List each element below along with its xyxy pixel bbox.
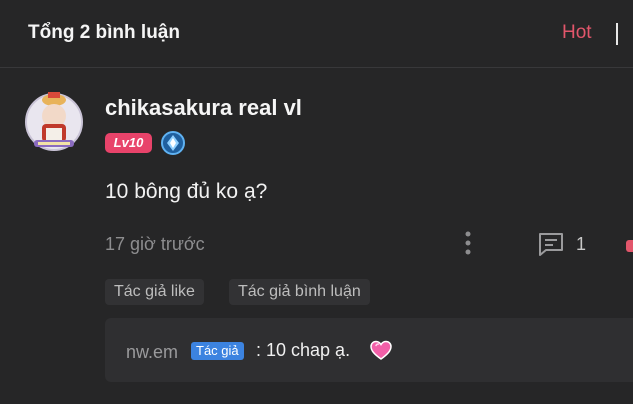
- reply-count: 1: [576, 234, 587, 254]
- heart-emoji-icon: [369, 338, 393, 362]
- author-badge: Tác giả: [191, 342, 244, 360]
- reply-username[interactable]: nw.em: [126, 342, 178, 363]
- comment-timestamp: 17 giờ trước: [105, 234, 205, 254]
- comment-text: 10 bông đủ ko ạ?: [105, 180, 268, 203]
- comments-total-title: Tổng 2 bình luận: [28, 22, 180, 43]
- comment-username[interactable]: chikasakura real vl: [105, 95, 302, 121]
- comment-section: Tổng 2 bình luận Hot chikasakura real vl…: [0, 0, 633, 404]
- avatar[interactable]: [24, 86, 84, 158]
- reply-preview[interactable]: nw.em Tác giả : 10 chap ạ.: [105, 318, 633, 382]
- tag-author-replied[interactable]: Tác giả bình luận: [229, 279, 370, 305]
- sort-hot-button[interactable]: Hot: [562, 22, 592, 44]
- reply-text: : 10 chap ạ.: [256, 340, 351, 360]
- more-vertical-icon[interactable]: [458, 230, 478, 256]
- tag-author-liked[interactable]: Tác giả like: [105, 279, 204, 305]
- level-badge: Lv10: [105, 133, 152, 153]
- comments-header: Tổng 2 bình luận Hot: [0, 0, 633, 68]
- comment-icon[interactable]: [536, 230, 566, 258]
- like-icon[interactable]: [626, 240, 633, 252]
- header-divider: [616, 23, 618, 45]
- rank-diamond-icon: [160, 130, 186, 156]
